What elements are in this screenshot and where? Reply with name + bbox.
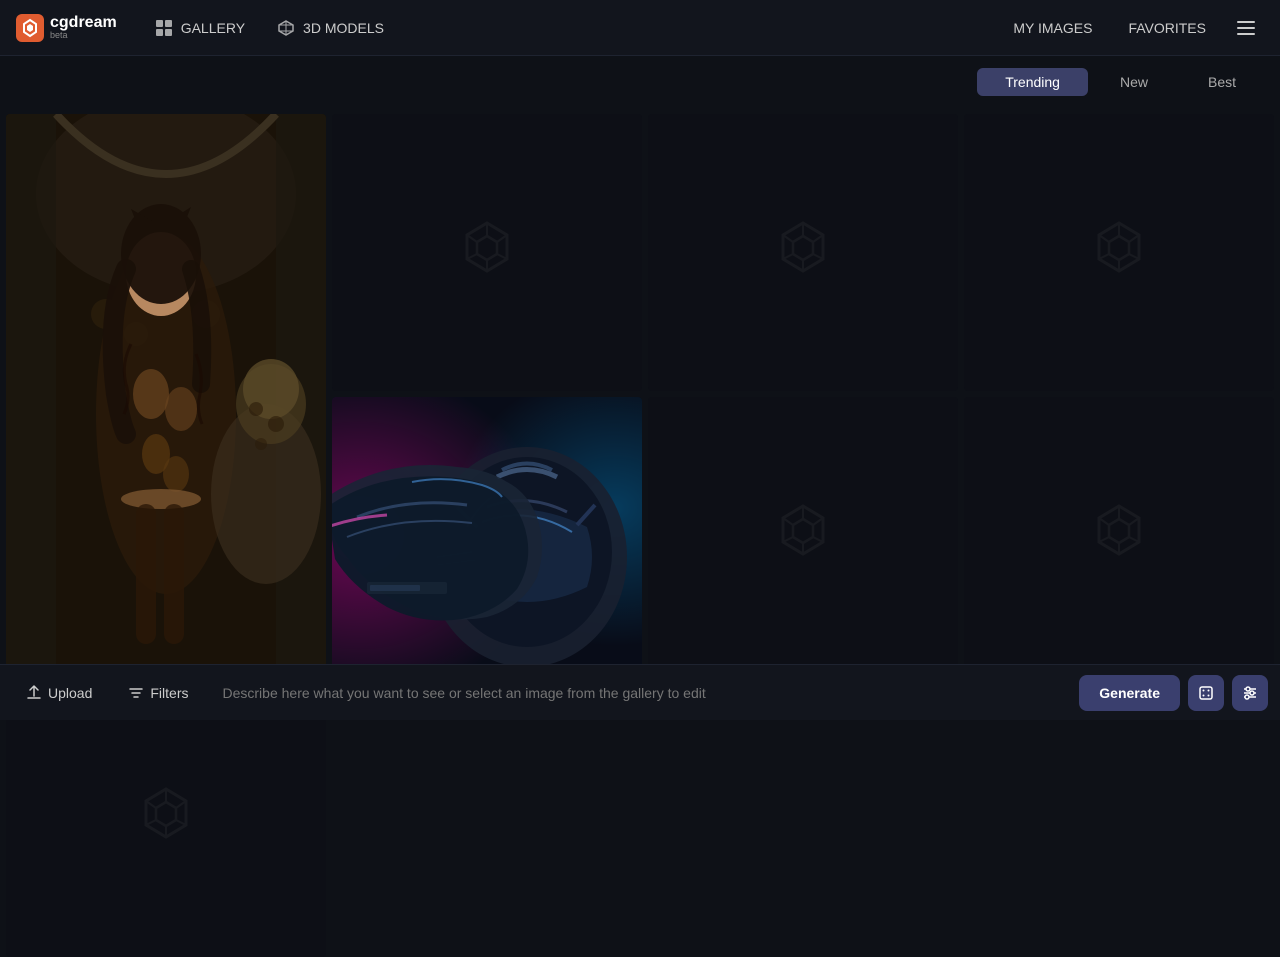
gallery-cell-2[interactable] — [332, 114, 642, 391]
menu-line-3 — [1237, 33, 1255, 35]
upload-icon — [26, 685, 42, 701]
logo-area[interactable]: cgdream beta — [16, 14, 117, 42]
filter-bar: Trending New Best — [0, 56, 1280, 108]
menu-line-2 — [1237, 27, 1255, 29]
dice-icon — [1198, 685, 1214, 701]
watermark-6 — [768, 501, 838, 571]
gallery-cell-1[interactable] — [6, 114, 326, 674]
filters-btn[interactable]: Filters — [114, 679, 202, 707]
placeholder-4 — [964, 114, 1274, 391]
prompt-input[interactable] — [211, 677, 1072, 709]
generate-label: Generate — [1099, 685, 1160, 701]
generate-btn[interactable]: Generate — [1079, 675, 1180, 711]
gallery-cell-3[interactable] — [648, 114, 958, 391]
generate-secondary-btn[interactable] — [1188, 675, 1224, 711]
placeholder-8 — [6, 680, 326, 957]
logo-icon — [16, 14, 44, 42]
tab-best[interactable]: Best — [1180, 68, 1264, 96]
app-name: cgdream — [50, 15, 117, 31]
watermark-4 — [1084, 218, 1154, 288]
watermark-7 — [1084, 501, 1154, 571]
upload-label: Upload — [48, 685, 92, 701]
placeholder-3 — [648, 114, 958, 391]
nav-3d-models-label: 3D MODELS — [303, 20, 384, 36]
nav-links: GALLERY 3D MODELS — [141, 11, 1000, 45]
filters-icon — [128, 685, 144, 701]
logo-text: cgdream beta — [50, 15, 117, 40]
3d-models-icon — [277, 19, 295, 37]
favorites-btn[interactable]: FAVORITES — [1114, 14, 1220, 42]
tab-new[interactable]: New — [1092, 68, 1176, 96]
filters-label: Filters — [150, 685, 188, 701]
menu-line-1 — [1237, 21, 1255, 23]
gallery-cell-4[interactable] — [964, 114, 1274, 391]
watermark-2 — [452, 218, 522, 288]
beta-badge: beta — [50, 31, 117, 40]
gallery-icon — [155, 19, 173, 37]
header-right: MY IMAGES FAVORITES — [999, 10, 1264, 46]
gallery-cell-7[interactable] — [964, 397, 1274, 674]
watermark-3 — [768, 218, 838, 288]
tab-trending[interactable]: Trending — [977, 68, 1088, 96]
gallery-grid — [0, 108, 1280, 957]
my-images-btn[interactable]: MY IMAGES — [999, 14, 1106, 42]
hamburger-menu-btn[interactable] — [1228, 10, 1264, 46]
gallery-cell-8[interactable] — [6, 680, 326, 957]
placeholder-7 — [964, 397, 1274, 674]
gallery-cell-5[interactable] — [332, 397, 642, 674]
nav-gallery[interactable]: GALLERY — [141, 11, 259, 45]
nav-gallery-label: GALLERY — [181, 20, 245, 36]
upload-btn[interactable]: Upload — [12, 679, 106, 707]
nav-3d-models[interactable]: 3D MODELS — [263, 11, 398, 45]
placeholder-6 — [648, 397, 958, 674]
gallery-cell-6[interactable] — [648, 397, 958, 674]
placeholder-2 — [332, 114, 642, 391]
sliders-icon — [1242, 685, 1258, 701]
settings-btn[interactable] — [1232, 675, 1268, 711]
bottom-bar: Upload Filters Generate — [0, 664, 1280, 720]
watermark-8 — [131, 784, 201, 854]
header: cgdream beta GALLERY 3D MODELS MY IMAGE — [0, 0, 1280, 56]
